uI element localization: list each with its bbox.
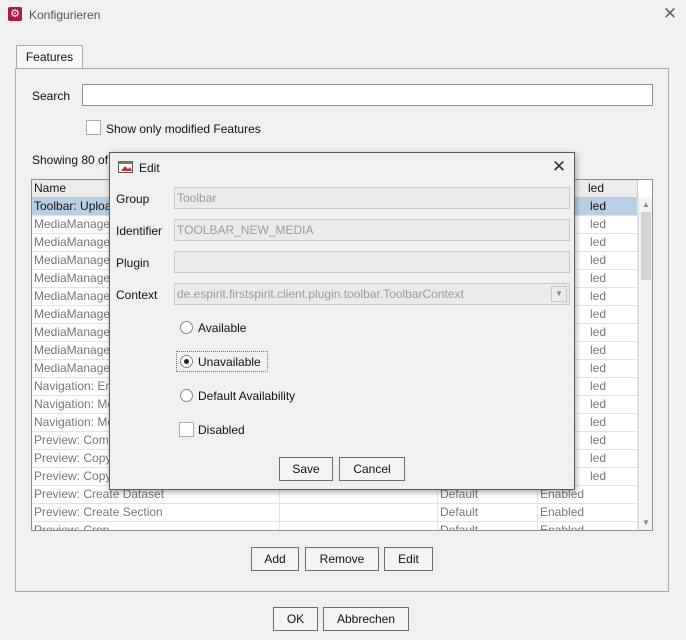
dialog-titlebar: Edit ✕ — [110, 153, 574, 181]
identifier-label: Identifier — [116, 224, 163, 238]
context-label: Context — [116, 288, 158, 302]
gear-icon: ⚙ — [8, 7, 22, 21]
window-titlebar — [0, 0, 686, 30]
available-label[interactable]: Available — [198, 321, 246, 335]
table-cell — [280, 522, 438, 530]
default-availability-radio[interactable] — [180, 389, 193, 402]
dialog-title: Edit — [139, 161, 160, 175]
show-modified-checkbox[interactable] — [86, 120, 101, 135]
table-cell: Preview: Create Section — [32, 504, 280, 521]
disabled-label[interactable]: Disabled — [198, 423, 245, 437]
context-combobox: de.espirit.firstspirit.client.plugin.too… — [174, 283, 570, 305]
unavailable-label[interactable]: Unavailable — [198, 355, 261, 369]
cancel-button[interactable]: Abbrechen — [323, 607, 409, 631]
dialog-close-icon[interactable]: ✕ — [550, 157, 568, 177]
table-cell: Default — [438, 522, 538, 530]
edit-dialog: Edit ✕ Group Toolbar Identifier TOOLBAR_… — [109, 152, 575, 490]
table-cell: Preview: Crop — [32, 522, 280, 530]
table-cell: Enabled — [538, 522, 638, 530]
table-row[interactable]: Preview: Crop Default Enabled — [32, 522, 638, 530]
table-cell — [280, 504, 438, 521]
scroll-up-icon[interactable]: ▲ — [641, 200, 651, 210]
edit-window-icon — [118, 161, 133, 173]
table-cell: Enabled — [538, 504, 638, 521]
plugin-label: Plugin — [116, 256, 150, 270]
window-close-icon[interactable]: ✕ — [662, 5, 678, 23]
ok-button[interactable]: OK — [273, 607, 318, 631]
table-cell: Default — [438, 504, 538, 521]
save-button[interactable]: Save — [279, 457, 333, 481]
scroll-down-icon[interactable]: ▼ — [641, 518, 651, 528]
search-label: Search — [32, 89, 71, 103]
table-scrollbar[interactable]: ▲ ▼ — [638, 198, 652, 530]
add-button[interactable]: Add — [251, 547, 299, 571]
plugin-field — [174, 251, 570, 273]
show-modified-label: Show only modified Features — [106, 122, 261, 136]
group-field: Toolbar — [174, 187, 570, 209]
remove-button[interactable]: Remove — [305, 547, 379, 571]
context-value: de.espirit.firstspirit.client.plugin.too… — [177, 287, 464, 301]
scroll-thumb[interactable] — [641, 212, 651, 280]
window-title: Konfigurieren — [29, 8, 101, 22]
showing-count-text: Showing 80 of — [32, 153, 109, 167]
tab-features[interactable]: Features — [16, 45, 83, 69]
identifier-field: TOOLBAR_NEW_MEDIA — [174, 219, 570, 241]
search-input[interactable] — [82, 84, 653, 106]
default-availability-label[interactable]: Default Availability — [198, 389, 295, 403]
edit-button[interactable]: Edit — [384, 547, 433, 571]
table-row[interactable]: Preview: Create Section Default Enabled — [32, 504, 638, 522]
chevron-down-icon: ▼ — [551, 286, 567, 302]
dialog-cancel-button[interactable]: Cancel — [339, 457, 405, 481]
group-label: Group — [116, 192, 150, 206]
available-radio[interactable] — [180, 321, 193, 334]
disabled-checkbox[interactable] — [179, 422, 194, 437]
